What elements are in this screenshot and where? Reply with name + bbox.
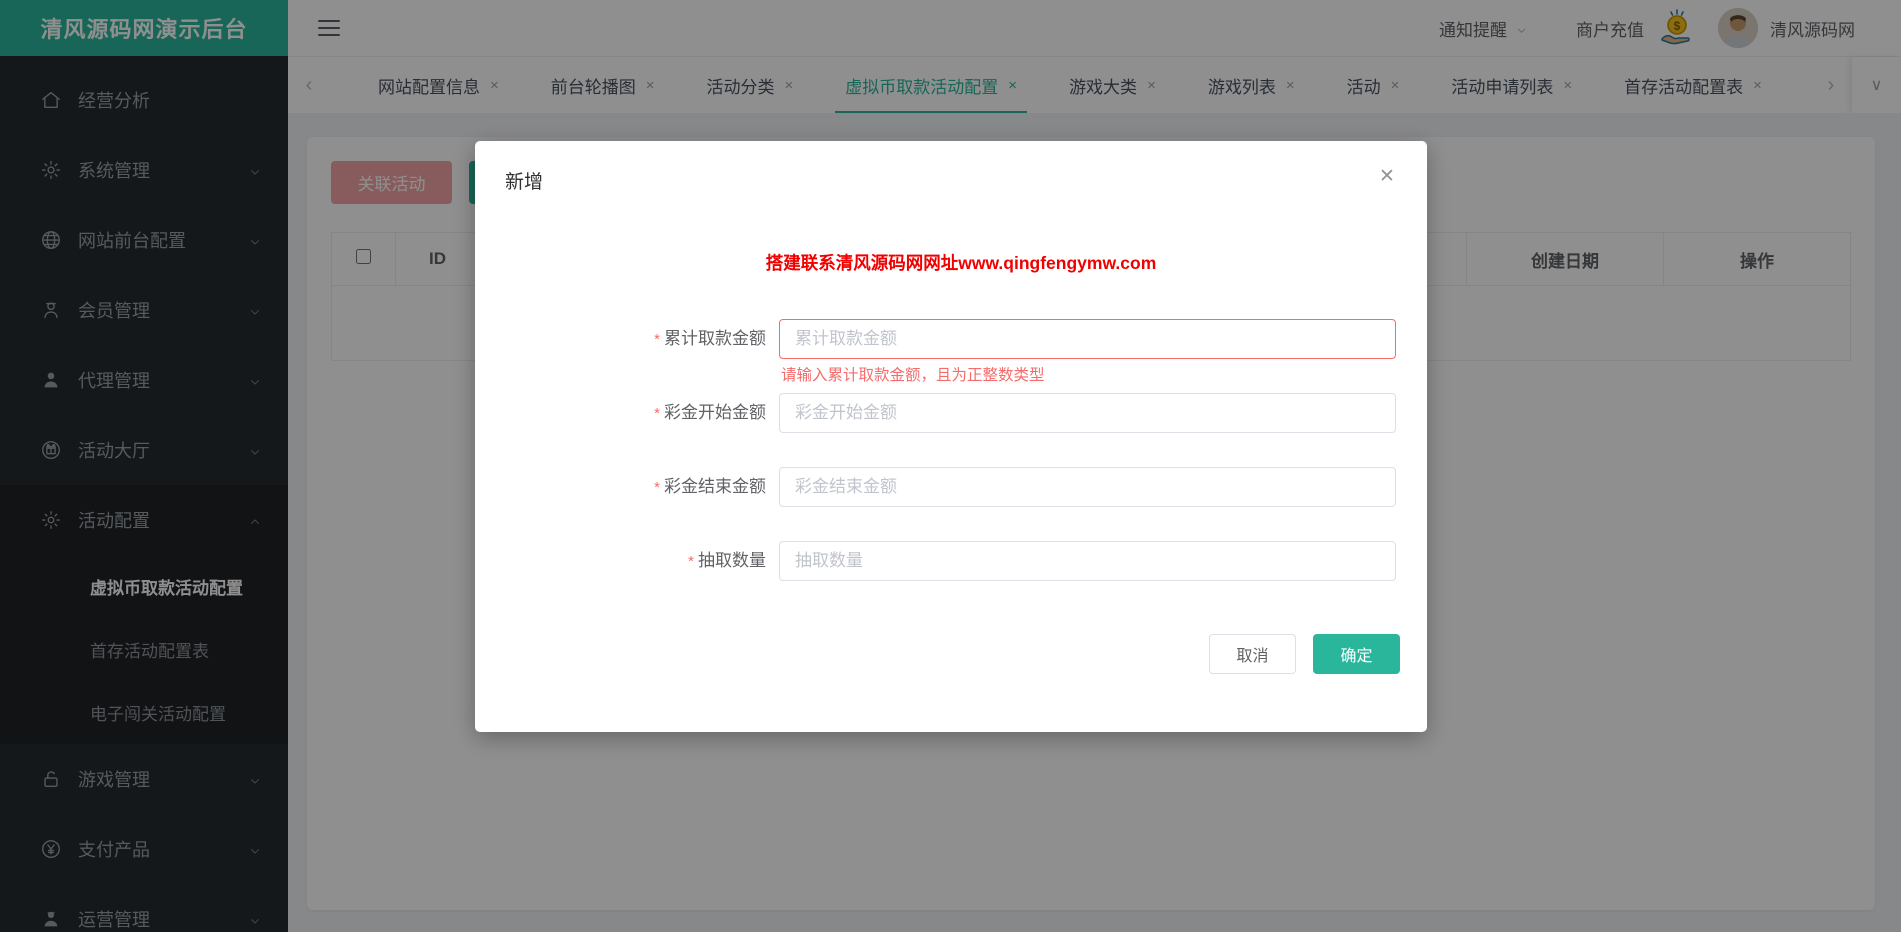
dialog-footer: 取消 确定: [475, 634, 1427, 674]
form-item-bonus-start: *彩金开始金额: [475, 393, 1427, 434]
dialog-form: *累计取款金额 请输入累计取款金额，且为正整数类型 *彩金开始金额 *彩金结束金…: [475, 319, 1427, 582]
confirm-button[interactable]: 确定: [1313, 634, 1400, 674]
field-label: *抽取数量: [475, 541, 779, 582]
field-label: *彩金结束金额: [475, 467, 779, 508]
required-mark: *: [654, 479, 660, 496]
required-mark: *: [688, 553, 694, 570]
form-item-draw-count: *抽取数量: [475, 541, 1427, 582]
required-mark: *: [654, 331, 660, 348]
form-item-total-withdraw: *累计取款金额 请输入累计取款金额，且为正整数类型: [475, 319, 1427, 360]
bonus-end-input[interactable]: [779, 467, 1396, 507]
field-label: *彩金开始金额: [475, 393, 779, 434]
draw-count-input[interactable]: [779, 541, 1396, 581]
cancel-button[interactable]: 取消: [1209, 634, 1296, 674]
field-error-text: 请输入累计取款金额，且为正整数类型: [781, 363, 1045, 385]
add-dialog: 新增 ✕ 搭建联系清风源码网网址www.qingfengymw.com *累计取…: [475, 141, 1427, 732]
dialog-title: 新增: [505, 172, 543, 193]
field-label: *累计取款金额: [475, 319, 779, 360]
promo-notice: 搭建联系清风源码网网址www.qingfengymw.com: [475, 250, 1427, 275]
close-icon[interactable]: ✕: [1377, 167, 1397, 187]
dialog-header: 新增 ✕: [475, 141, 1427, 194]
form-item-bonus-end: *彩金结束金额: [475, 467, 1427, 508]
total-withdraw-input[interactable]: [779, 319, 1396, 359]
bonus-start-input[interactable]: [779, 393, 1396, 433]
required-mark: *: [654, 405, 660, 422]
